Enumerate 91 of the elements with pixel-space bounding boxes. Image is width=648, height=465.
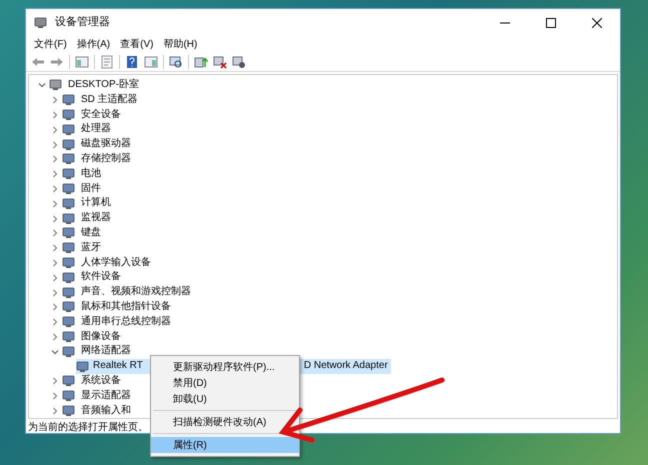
close-icon[interactable]	[592, 18, 602, 28]
device-icon	[62, 330, 75, 343]
tree-item[interactable]: 电池	[80, 166, 102, 182]
chevron-right-icon[interactable]	[51, 126, 59, 134]
device-icon	[62, 124, 75, 136]
status-bar-text: 为当前的选择打开属性页。	[28, 420, 148, 436]
chevron-right-icon[interactable]	[51, 318, 59, 326]
chevron-right-icon[interactable]	[51, 274, 59, 282]
context-menu-item[interactable]: 属性(R)	[151, 437, 299, 453]
device-icon	[62, 404, 75, 417]
tree-item-text: Realtek RT	[93, 359, 143, 374]
menu-item[interactable]: 帮助(H)	[161, 36, 200, 52]
device-icon	[62, 390, 75, 402]
tree-item[interactable]: DESKTOP-卧室	[67, 78, 140, 93]
document-icon[interactable]	[100, 54, 114, 68]
tree-item[interactable]: 固件	[80, 182, 102, 196]
context-menu-item[interactable]: 卸载(U)	[151, 391, 299, 407]
device-icon	[62, 198, 75, 210]
help-icon[interactable]	[125, 54, 139, 68]
context-menu-item[interactable]: 更新驱动程序软件(P)...	[151, 359, 299, 375]
computer-icon	[49, 79, 62, 92]
device-icon	[62, 94, 75, 106]
tree-item[interactable]: 监视器	[80, 211, 112, 226]
tree-item[interactable]: SD 主适配器	[80, 92, 139, 108]
tree-item[interactable]: 处理器	[80, 122, 112, 138]
tree-item[interactable]: 网络适配器	[80, 344, 132, 360]
chevron-right-icon[interactable]	[51, 184, 59, 193]
tree-item[interactable]: 图像设备	[80, 330, 122, 344]
tree-item[interactable]: 鼠标和其他指针设备	[80, 300, 172, 315]
device-icon	[62, 242, 75, 254]
device-icon	[62, 227, 75, 240]
chevron-right-icon[interactable]	[51, 406, 59, 415]
chevron-right-icon[interactable]	[51, 303, 59, 312]
monitor-search-icon[interactable]	[169, 54, 183, 68]
device-icon	[62, 286, 75, 299]
tree-item[interactable]: 系统设备	[80, 374, 122, 389]
tree-item-text: D Network Adapter	[304, 359, 388, 374]
window-title: 设备管理器	[55, 15, 110, 30]
device-icon	[62, 346, 75, 358]
tree-item[interactable]: 安全设备	[80, 108, 122, 122]
chevron-right-icon[interactable]	[51, 96, 59, 104]
computer-icon	[34, 16, 47, 28]
context-menu-item[interactable]: 禁用(D)	[151, 375, 299, 391]
chevron-right-icon[interactable]	[51, 244, 59, 252]
tree-item[interactable]: 软件设备	[80, 270, 122, 286]
tree-item[interactable]: 通用串行总线控制器	[80, 314, 172, 330]
tree-item[interactable]: 存储控制器	[80, 152, 132, 167]
chevron-right-icon[interactable]	[51, 200, 59, 208]
device-icon	[76, 360, 89, 373]
device-update-icon[interactable]	[194, 54, 208, 68]
chevron-right-icon[interactable]	[51, 155, 59, 164]
chevron-right-icon[interactable]	[51, 214, 59, 223]
chevron-right-icon[interactable]	[51, 170, 59, 178]
tree-item[interactable]: 人体学输入设备	[80, 256, 152, 270]
panel-icon[interactable]	[144, 54, 158, 68]
tree-item[interactable]: 磁盘驱动器	[80, 137, 132, 152]
device-icon	[62, 301, 75, 314]
chevron-right-icon[interactable]	[51, 258, 59, 267]
chevron-right-icon[interactable]	[51, 392, 59, 400]
menu-item[interactable]: 文件(F)	[32, 36, 69, 52]
chevron-right-icon[interactable]	[51, 229, 59, 238]
tree-item[interactable]: 计算机	[80, 196, 112, 212]
chevron-down-icon[interactable]	[51, 348, 59, 356]
menu-item[interactable]: 查看(V)	[118, 36, 156, 52]
chevron-right-icon[interactable]	[51, 377, 59, 386]
chevron-down-icon[interactable]	[38, 81, 46, 90]
device-icon	[62, 138, 75, 151]
device-icon	[62, 108, 75, 121]
device-icon	[62, 316, 75, 328]
device-icon	[62, 182, 75, 195]
chevron-right-icon[interactable]	[51, 140, 59, 149]
tree-item[interactable]: 键盘	[80, 226, 102, 241]
tree-item[interactable]: 声音、视频和游戏控制器	[80, 285, 192, 300]
device-icon	[62, 272, 75, 284]
tree-item[interactable]: 蓝牙	[80, 240, 102, 256]
device-icon	[62, 153, 75, 166]
menu-item[interactable]: 操作(A)	[74, 36, 112, 52]
tree-item[interactable]: 音频输入和	[80, 404, 132, 418]
chevron-right-icon[interactable]	[51, 288, 59, 297]
device-icon	[62, 375, 75, 388]
chevron-right-icon[interactable]	[51, 110, 59, 119]
chevron-right-icon[interactable]	[51, 332, 59, 341]
context-menu-item[interactable]: 扫描检测硬件改动(A)	[151, 414, 299, 430]
panel-icon[interactable]	[75, 54, 89, 68]
maximize-icon[interactable]	[546, 18, 556, 28]
device-remove-icon[interactable]	[213, 54, 227, 68]
device-download-icon[interactable]	[232, 54, 246, 68]
device-icon	[62, 256, 75, 269]
device-icon	[62, 168, 75, 180]
device-icon	[62, 212, 75, 225]
tree-item[interactable]: 显示适配器	[80, 388, 132, 404]
